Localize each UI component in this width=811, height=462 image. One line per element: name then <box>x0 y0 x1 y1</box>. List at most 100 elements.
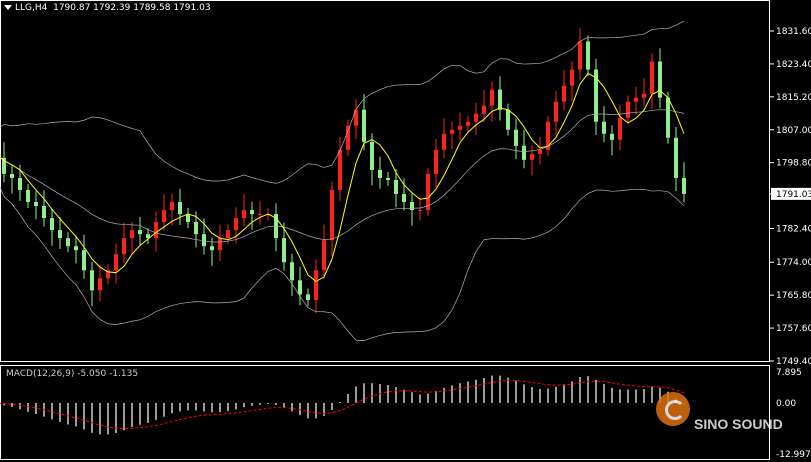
price-axis-label: 1765.80 <box>776 291 811 301</box>
candle-body <box>234 218 238 231</box>
watermark-en: SINO SOUND <box>694 416 783 432</box>
candle-body <box>162 210 166 223</box>
dropdown-triangle-icon[interactable] <box>4 5 12 10</box>
candle-body <box>114 254 118 271</box>
candle-body <box>242 210 246 219</box>
candle-body <box>498 89 502 110</box>
price-axis-label: 1831.60 <box>776 27 811 37</box>
candle-body <box>186 214 190 223</box>
candle-body <box>410 202 414 211</box>
candle-body <box>418 210 422 212</box>
watermark-logo: SINO SOUND <box>650 388 810 462</box>
candle-body <box>378 169 382 178</box>
candle-body <box>426 173 430 211</box>
candle-body <box>666 97 670 138</box>
candle-body <box>370 141 374 170</box>
candle-body <box>306 294 310 300</box>
bollinger-lower <box>0 186 685 342</box>
price-axis-label: 1798.80 <box>776 159 811 169</box>
candle-body <box>554 101 558 122</box>
candle-body <box>474 113 478 122</box>
price-axis-label: 1807.00 <box>776 126 811 136</box>
macd-axis-label: 7.895 <box>776 368 802 378</box>
candle-body <box>90 270 94 291</box>
candle-body <box>322 240 326 271</box>
candle-body <box>634 97 638 102</box>
candle-body <box>74 246 78 251</box>
candle-body <box>58 230 62 239</box>
price-axis-label: 1782.40 <box>776 225 811 235</box>
candle-body <box>218 238 222 251</box>
candle-body <box>466 121 470 126</box>
candle-body <box>330 189 334 241</box>
candle-body <box>650 61 654 94</box>
macd-signal-line <box>0 379 685 430</box>
candle-body <box>570 69 574 86</box>
price-axis-label: 1823.40 <box>776 60 811 70</box>
candle-body <box>618 117 622 140</box>
candle-body <box>434 149 438 174</box>
candle-body <box>250 210 254 215</box>
candle-body <box>98 278 102 291</box>
candle-body <box>138 230 142 235</box>
candle-body <box>642 93 646 98</box>
sino-sound-logo-icon <box>656 392 690 426</box>
price-axis-label: 1749.40 <box>776 357 811 367</box>
candle-body <box>514 129 518 146</box>
candle-body <box>26 189 30 203</box>
candle-body <box>10 173 14 178</box>
candle-body <box>442 133 446 150</box>
candle-body <box>258 214 262 216</box>
candle-body <box>130 230 134 239</box>
ohlc-readout: 1790.87 1792.39 1789.58 1791.03 <box>53 3 211 13</box>
chart-title: LLG,H4 1790.87 1792.39 1789.58 1791.03 <box>4 3 211 13</box>
price-axis-label: 1774.00 <box>776 258 811 268</box>
candle-body <box>50 218 54 231</box>
candle-body <box>610 133 614 140</box>
candle-body <box>202 234 206 247</box>
candle-body <box>626 101 630 118</box>
candle-body <box>346 125 350 150</box>
candle-body <box>18 177 22 190</box>
candle-body <box>394 179 398 194</box>
candle-body <box>314 270 318 300</box>
macd-label: MACD(12,26,9) -5.050 -1.135 <box>6 369 139 379</box>
candle-body <box>490 89 494 106</box>
candle-body <box>210 246 214 251</box>
candle-body <box>34 202 38 207</box>
candle-body <box>586 41 590 70</box>
candle-body <box>402 193 406 203</box>
symbol-timeframe: LLG,H4 <box>15 3 48 13</box>
candle-body <box>226 230 230 239</box>
candle-body <box>362 109 366 142</box>
candle-body <box>338 149 342 190</box>
candle-body <box>482 105 486 114</box>
candle-body <box>682 177 686 194</box>
candle-body <box>290 262 294 281</box>
main-pane-border <box>0 0 770 362</box>
candle-body <box>122 238 126 255</box>
candle-body <box>538 149 542 154</box>
candle-body <box>42 206 46 219</box>
candle-body <box>506 109 510 130</box>
candle-body <box>522 145 526 160</box>
candle-body <box>194 222 198 235</box>
candle-body <box>298 280 302 295</box>
candle-body <box>602 121 606 134</box>
candle-body <box>170 202 174 211</box>
candle-body <box>450 129 454 134</box>
candle-body <box>530 153 534 160</box>
candle-body <box>154 222 158 239</box>
candle-body <box>578 41 582 70</box>
candle-body <box>82 250 86 271</box>
candle-body <box>562 85 566 102</box>
price-axis-label: 1791.03 <box>776 190 811 200</box>
price-axis-label: 1815.20 <box>776 93 811 103</box>
candle-body <box>66 238 70 247</box>
candle-body <box>354 109 358 126</box>
candle-body <box>282 238 286 263</box>
candle-body <box>458 125 462 130</box>
candle-body <box>178 202 182 215</box>
candle-body <box>674 137 678 178</box>
candle-body <box>386 177 390 180</box>
